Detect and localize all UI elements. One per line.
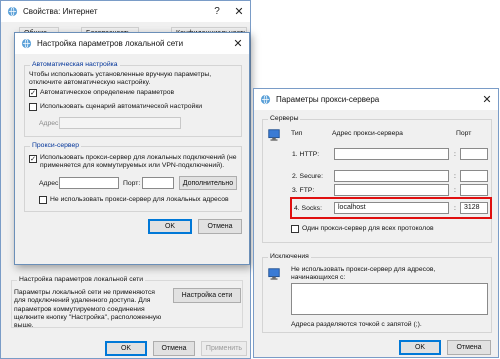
dialog-title: Параметры прокси-сервера (276, 95, 380, 104)
title-bar: Свойства: Интернет ? ✕ (1, 1, 250, 22)
proxy-settings-dialog: Параметры прокси-сервера ✕ Серверы Тип А… (253, 88, 499, 358)
proxy-address-label: Адрес: (39, 180, 61, 187)
dialog-title-bar: Параметры прокси-сервера ✕ (254, 89, 498, 110)
col-type-header: Тип (291, 130, 303, 137)
colon-separator: : (454, 187, 456, 194)
servers-title: Серверы (268, 115, 301, 122)
cancel-button[interactable]: Отмена (447, 340, 491, 355)
colon-separator: : (454, 205, 456, 212)
script-address-input[interactable] (59, 117, 181, 129)
auto-script-label: Использовать сценарий автоматической нас… (40, 103, 203, 110)
socks-address-input[interactable]: localhost (334, 202, 449, 214)
dialog-title: Настройка параметров локальной сети (37, 39, 184, 48)
proxy-port-label: Порт: (123, 180, 141, 187)
proxy-row-type: 2. Secure: (292, 173, 323, 180)
proxy-row-type: 1. HTTP: (292, 151, 320, 158)
proxy-row-type: 4. Socks: (294, 205, 322, 212)
proxy-port-input[interactable] (142, 177, 174, 189)
proxy-server-title: Прокси-сервер (30, 142, 82, 149)
globe-network-icon (21, 38, 32, 49)
dialog-title-bar: Настройка параметров локальной сети ✕ (15, 33, 249, 54)
col-address-header: Адрес прокси-сервера (332, 130, 403, 137)
exceptions-hint: Адреса разделяются точкой с запятой (;). (291, 321, 422, 328)
http-address-input[interactable] (334, 148, 449, 160)
exceptions-desc: Не использовать прокси-сервер для адресо… (291, 266, 436, 281)
lan-settings-dialog: Настройка параметров локальной сети ✕ Ав… (14, 32, 250, 265)
proxy-address-input[interactable] (59, 177, 119, 189)
http-port-input[interactable] (460, 148, 488, 160)
computer-network-icon (268, 268, 280, 280)
window-title: Свойства: Интернет (23, 7, 98, 16)
ok-button[interactable]: OK (399, 340, 441, 355)
ok-button[interactable]: OK (105, 341, 147, 356)
apply-button[interactable]: Применить (201, 341, 247, 356)
auto-config-title: Автоматическая настройка (30, 61, 120, 68)
secure-port-input[interactable] (460, 170, 488, 182)
col-port-header: Порт (456, 130, 472, 137)
use-proxy-label: Использовать прокси-сервер для локальных… (40, 154, 237, 169)
exceptions-title: Исключения (268, 253, 311, 260)
auto-detect-checkbox[interactable]: ✓ (29, 89, 37, 97)
script-address-label: Адрес (39, 120, 59, 127)
advanced-button[interactable]: Дополнительно (179, 176, 237, 190)
use-proxy-checkbox[interactable]: ✓ (29, 155, 37, 163)
auto-config-desc: Чтобы использовать установленные вручную… (29, 71, 212, 86)
lan-section-text: Параметры локальной сети не применяются … (14, 289, 162, 330)
bypass-local-label: Не использовать прокси-сервер для локаль… (50, 196, 229, 203)
computer-network-icon (268, 129, 280, 141)
close-button[interactable]: ✕ (227, 33, 249, 54)
socks-port-input[interactable]: 3128 (460, 202, 488, 214)
same-proxy-label: Один прокси-сервер для всех протоколов (302, 225, 434, 232)
bypass-local-checkbox[interactable] (39, 196, 47, 204)
globe-network-icon (260, 94, 271, 105)
cancel-button[interactable]: Отмена (198, 219, 242, 234)
help-button[interactable]: ? (206, 1, 228, 22)
ok-button[interactable]: OK (148, 219, 192, 234)
colon-separator: : (454, 151, 456, 158)
close-button[interactable]: ✕ (228, 1, 250, 22)
secure-address-input[interactable] (334, 170, 449, 182)
auto-script-checkbox[interactable] (29, 103, 37, 111)
exceptions-textarea[interactable] (291, 283, 488, 315)
auto-detect-label: Автоматическое определение параметров (40, 89, 175, 96)
ftp-port-input[interactable] (460, 184, 488, 196)
lan-section-title: Настройка параметров локальной сети (17, 276, 146, 283)
close-button[interactable]: ✕ (476, 89, 498, 110)
colon-separator: : (454, 173, 456, 180)
cancel-button[interactable]: Отмена (153, 341, 195, 356)
same-proxy-checkbox[interactable] (291, 225, 299, 233)
globe-network-icon (7, 6, 18, 17)
lan-settings-button[interactable]: Настройка сети (173, 288, 241, 303)
proxy-row-type: 3. FTP: (292, 187, 315, 194)
ftp-address-input[interactable] (334, 184, 449, 196)
